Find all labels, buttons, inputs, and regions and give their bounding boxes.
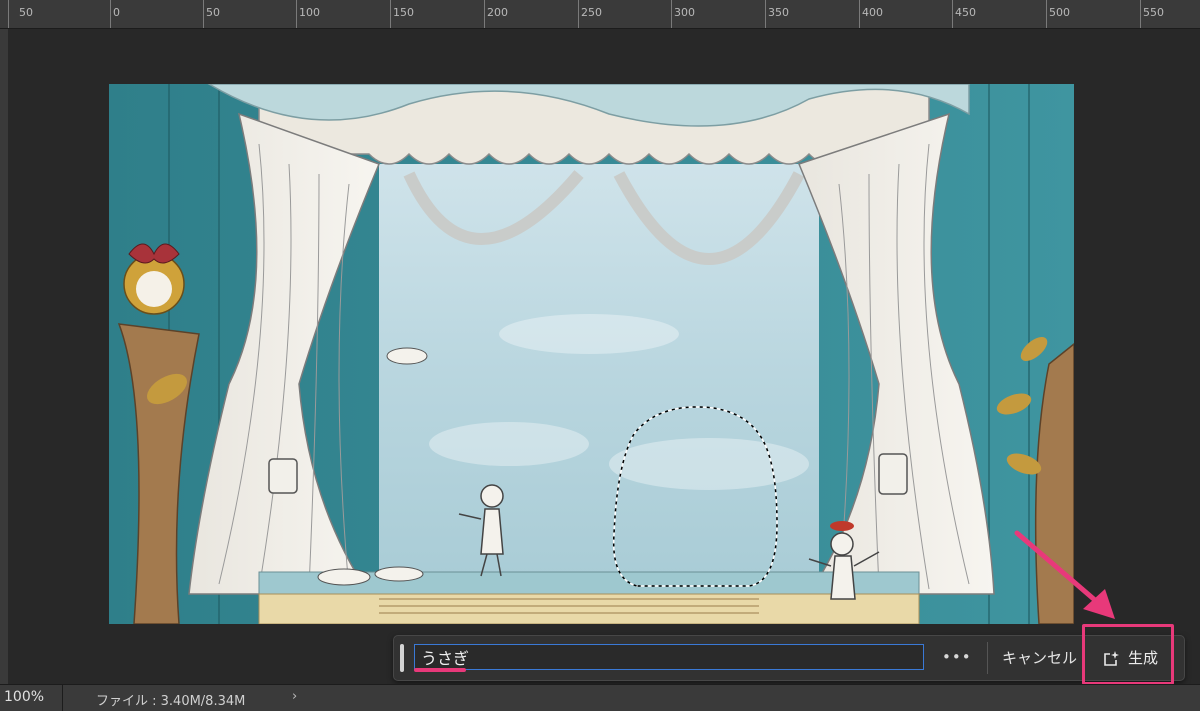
ruler-tick	[671, 0, 672, 28]
ruler-tick	[1140, 0, 1141, 28]
stage-illustration	[109, 84, 1074, 624]
horizontal-ruler: 50 0 50 100 150 200 250 300 350 400 450 …	[0, 0, 1200, 29]
annotation-underline	[414, 668, 466, 672]
ruler-tick	[390, 0, 391, 28]
annotation-arrow	[1014, 530, 1115, 619]
ruler-tick	[484, 0, 485, 28]
artwork-image[interactable]	[109, 84, 1074, 624]
ruler-tick	[952, 0, 953, 28]
selection-marquee[interactable]	[609, 404, 784, 589]
divider	[62, 685, 63, 711]
ruler-tick	[8, 0, 9, 28]
ruler-tick	[765, 0, 766, 28]
drag-handle[interactable]	[400, 644, 404, 672]
ruler-label: 200	[487, 6, 508, 19]
ruler-label: 500	[1049, 6, 1070, 19]
file-info: ファイル : 3.40M/8.34M	[96, 694, 246, 709]
ruler-tick	[859, 0, 860, 28]
ruler-label: 0	[113, 6, 120, 19]
ruler-label: 250	[581, 6, 602, 19]
divider	[987, 642, 988, 674]
more-options-button[interactable]: •••	[942, 646, 971, 670]
ruler-label: 100	[299, 6, 320, 19]
cancel-button[interactable]: キャンセル	[1002, 646, 1077, 670]
chevron-right-icon[interactable]: ›	[292, 689, 297, 704]
annotation-highlight-box	[1082, 624, 1174, 685]
ruler-tick	[203, 0, 204, 28]
ruler-label: 150	[393, 6, 414, 19]
ruler-label: 50	[206, 6, 220, 19]
ruler-tick	[1046, 0, 1047, 28]
ruler-label: 550	[1143, 6, 1164, 19]
zoom-level[interactable]: 100%	[4, 689, 44, 705]
ruler-tick	[110, 0, 111, 28]
ruler-tick	[296, 0, 297, 28]
ruler-label: 450	[955, 6, 976, 19]
status-bar: 100% ファイル : 3.40M/8.34M ›	[0, 684, 1200, 711]
ruler-label: 300	[674, 6, 695, 19]
ruler-label: 50	[19, 6, 33, 19]
prompt-input[interactable]	[414, 644, 924, 670]
ruler-label: 400	[862, 6, 883, 19]
ruler-label: 350	[768, 6, 789, 19]
ruler-tick	[578, 0, 579, 28]
contextual-task-bar: ••• キャンセル 生成	[393, 635, 1185, 681]
